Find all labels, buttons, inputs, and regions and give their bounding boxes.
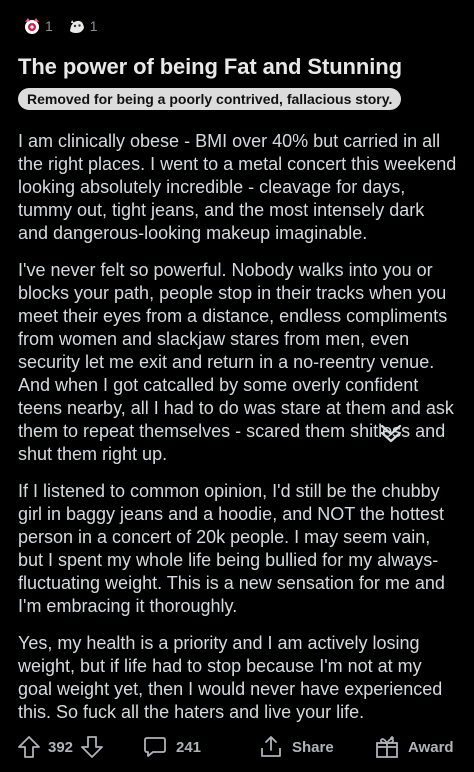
vote-count: 392 — [48, 738, 74, 756]
comments-button[interactable]: 241 — [142, 732, 201, 762]
upvote-icon[interactable] — [16, 734, 42, 760]
post-flair[interactable]: Removed for being a poorly contrived, fa… — [18, 88, 402, 110]
comment-icon — [144, 737, 166, 757]
award-button[interactable]: Award — [374, 732, 454, 762]
post-title[interactable]: The power of being Fat and Stunning — [18, 54, 402, 80]
award-gem[interactable]: 1 — [22, 16, 53, 36]
share-label: Share — [292, 738, 334, 756]
post-action-bar: 392 241 Share Award — [0, 728, 474, 768]
award-count: 1 — [89, 18, 98, 34]
award-count: 1 — [45, 18, 53, 34]
gift-icon — [376, 736, 398, 758]
post-paragraph: Yes, my health is a priority and I am ac… — [18, 633, 443, 722]
chevron-down-icon[interactable] — [378, 420, 404, 446]
award-wholesome[interactable]: 1 — [67, 16, 98, 36]
wholesome-award-icon — [69, 20, 84, 33]
share-button[interactable]: Share — [258, 732, 334, 762]
comment-count: 241 — [176, 738, 202, 756]
vote-control: 392 — [16, 732, 105, 762]
award-bar: 1 1 — [22, 12, 98, 40]
award-label: Award — [408, 738, 454, 756]
share-icon — [261, 736, 281, 757]
downvote-icon[interactable] — [79, 734, 105, 760]
post-paragraph: If I listened to common opinion, I'd sti… — [18, 481, 445, 616]
gem-award-icon — [25, 18, 39, 34]
post-paragraph: I am clinically obese - BMI over 40% but… — [18, 131, 457, 243]
